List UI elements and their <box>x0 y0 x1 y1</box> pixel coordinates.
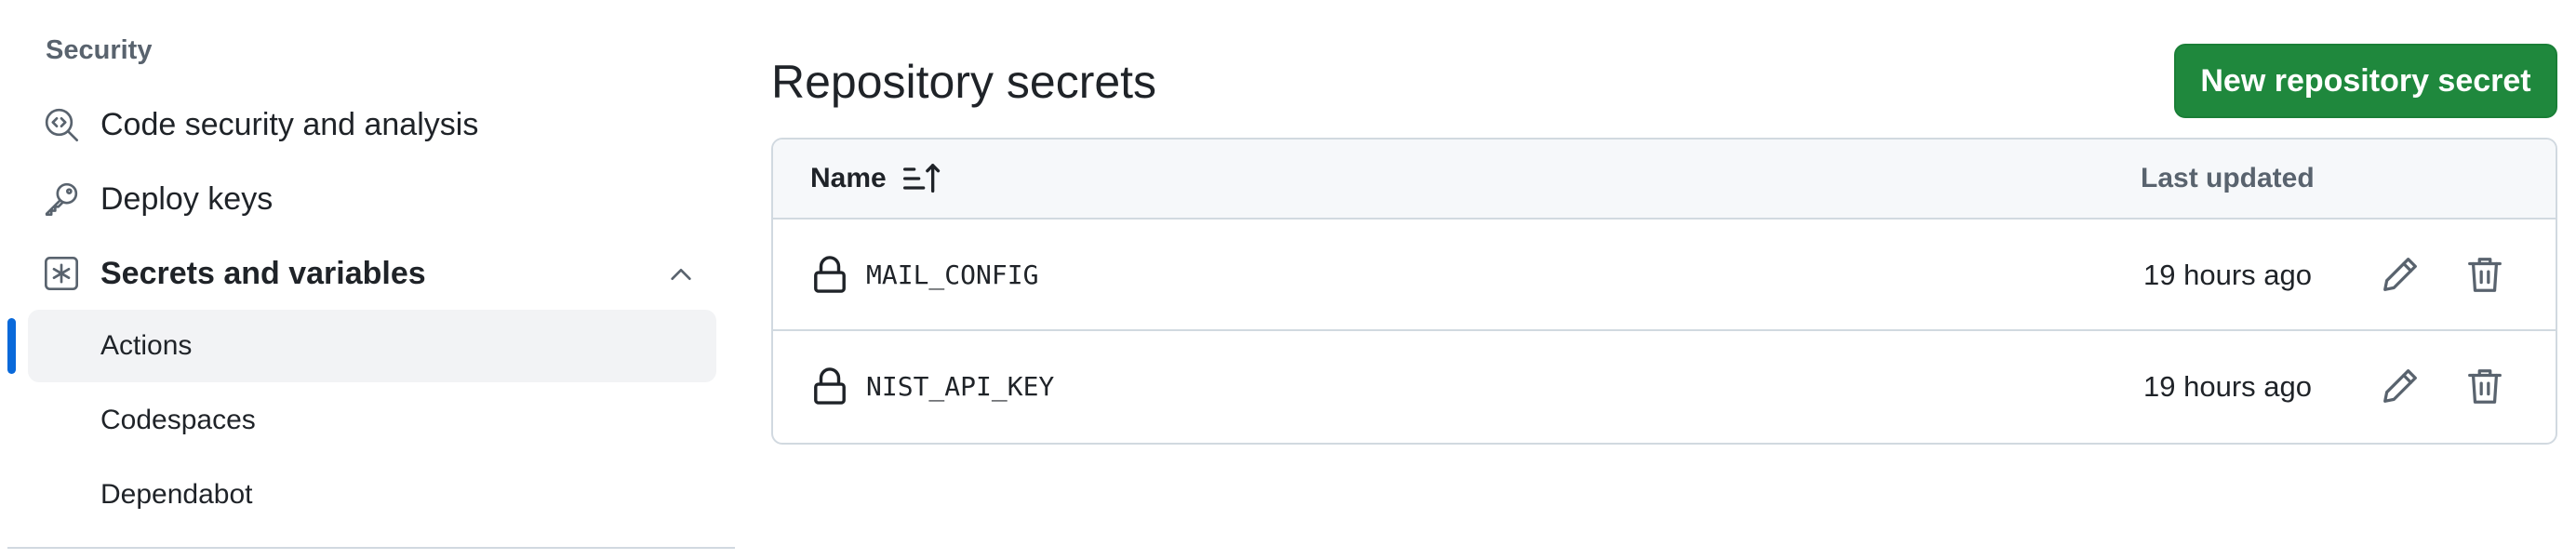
sidebar-item-label: Code security and analysis <box>100 107 479 142</box>
sidebar-section-heading: Security <box>46 35 153 65</box>
secret-name: MAIL_CONFIG <box>866 260 1039 290</box>
secret-name: NIST_API_KEY <box>866 371 1055 402</box>
pencil-icon[interactable] <box>2379 365 2422 407</box>
secrets-table: Name Last updated MAIL_CONFIG 19 hours a… <box>771 138 2557 445</box>
sidebar-subitem-label: Actions <box>100 330 193 361</box>
sidebar-item-secrets-and-variables[interactable]: Secrets and variables <box>28 237 716 310</box>
sidebar-subitem-dependabot[interactable]: Dependabot <box>28 459 716 531</box>
table-row: MAIL_CONFIG 19 hours ago <box>773 220 2556 331</box>
lock-icon <box>814 256 846 293</box>
sidebar-divider <box>7 547 735 549</box>
lock-icon <box>814 367 846 405</box>
new-repository-secret-button[interactable]: New repository secret <box>2174 44 2557 118</box>
column-header-last-updated: Last updated <box>2141 163 2315 193</box>
sidebar-subitem-codespaces[interactable]: Codespaces <box>28 384 716 457</box>
asterisk-icon <box>45 257 78 290</box>
secret-last-updated: 19 hours ago <box>2143 259 2312 291</box>
codescan-icon <box>45 108 78 142</box>
table-row: NIST_API_KEY 19 hours ago <box>773 331 2556 443</box>
chevron-up-icon[interactable] <box>666 260 696 289</box>
sidebar-subitem-actions[interactable]: Actions <box>28 310 716 382</box>
sidebar-item-code-security[interactable]: Code security and analysis <box>28 88 716 161</box>
key-icon <box>45 182 78 217</box>
sort-asc-icon <box>902 164 940 193</box>
active-indicator <box>7 318 16 374</box>
sidebar-subitem-label: Dependabot <box>100 479 253 510</box>
table-header: Name Last updated <box>773 140 2556 220</box>
trash-icon[interactable] <box>2463 365 2506 407</box>
pencil-icon[interactable] <box>2379 253 2422 296</box>
secret-last-updated: 19 hours ago <box>2143 370 2312 403</box>
sidebar-item-deploy-keys[interactable]: Deploy keys <box>28 163 716 235</box>
sidebar-item-label: Secrets and variables <box>100 256 426 291</box>
sidebar-subitem-label: Codespaces <box>100 405 256 435</box>
sort-by-name-button[interactable]: Name <box>810 160 942 197</box>
page-title: Repository secrets <box>771 56 1157 108</box>
sidebar-item-label: Deploy keys <box>100 181 274 217</box>
settings-sidebar: Security Code security and analysis Depl… <box>0 0 735 559</box>
trash-icon[interactable] <box>2463 253 2506 296</box>
column-header-name: Name <box>810 163 887 193</box>
